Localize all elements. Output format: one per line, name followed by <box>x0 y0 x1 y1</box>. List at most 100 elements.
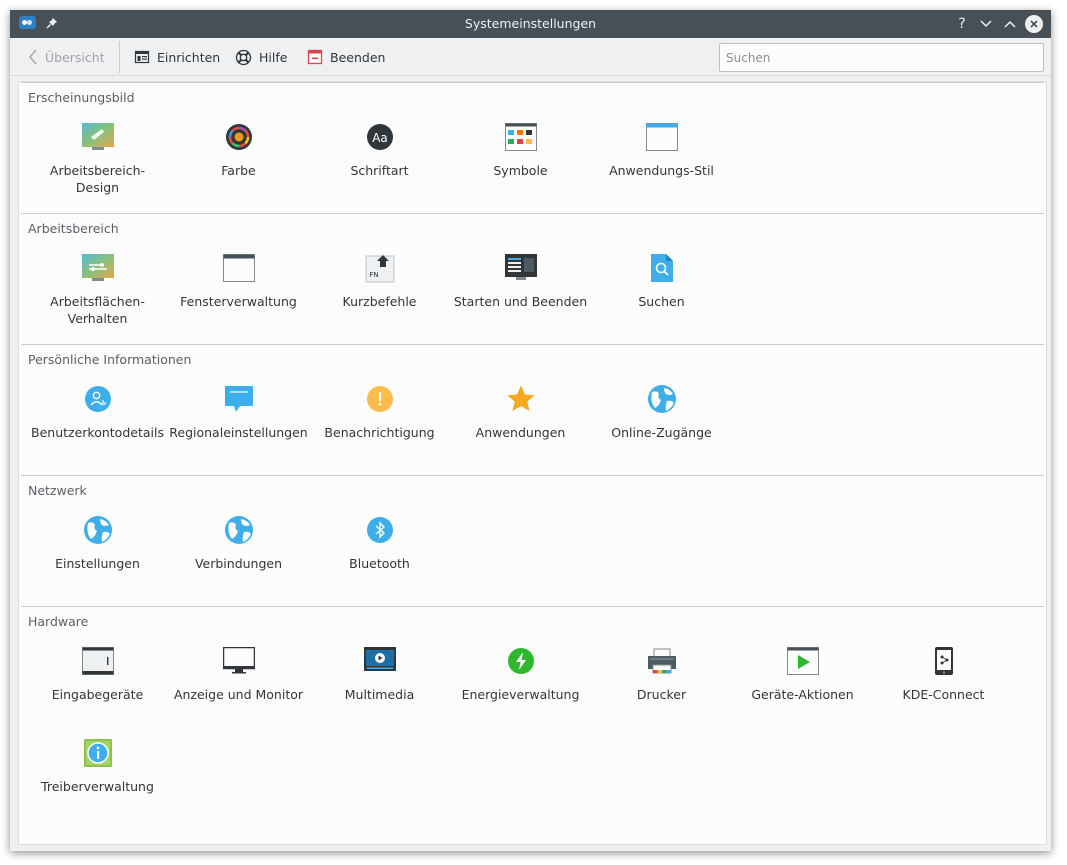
configure-icon <box>134 50 150 64</box>
module-label: Schriftart <box>350 163 409 178</box>
desktop-behavior-icon <box>81 251 115 285</box>
module-label: Online-Zugänge <box>611 425 712 440</box>
module-font[interactable]: Aa Schriftart <box>309 119 450 179</box>
module-notification[interactable]: Benachrichtigung <box>309 381 450 441</box>
window-title: Systemeinstellungen <box>464 16 597 31</box>
module-label: Geräte-Aktionen <box>751 687 854 702</box>
module-label: Regionaleinstellungen <box>169 425 308 440</box>
module-display-monitor[interactable]: Anzeige und Monitor <box>168 643 309 703</box>
startup-shutdown-icon <box>504 251 538 285</box>
input-devices-icon <box>81 644 115 678</box>
module-label: Arbeitsflächen-Verhalten <box>50 294 145 326</box>
module-applications[interactable]: Anwendungen <box>450 381 591 441</box>
quit-button[interactable]: Beenden <box>307 47 385 67</box>
minimize-button[interactable] <box>977 14 995 34</box>
module-label: Arbeitsbereich-Design <box>49 163 146 195</box>
notification-icon <box>363 382 397 416</box>
category-hardware: Hardware Eingabegeräte Anzeige und Monit… <box>21 606 1044 844</box>
maximize-button[interactable] <box>1001 14 1019 34</box>
category-workspace: Arbeitsbereich Arbeitsflächen-Verhalten … <box>21 213 1044 344</box>
category-title: Arbeitsbereich <box>28 221 119 236</box>
driver-manager-icon <box>81 736 115 770</box>
close-icon <box>1030 20 1038 28</box>
power-management-icon <box>504 644 538 678</box>
module-connections[interactable]: Verbindungen <box>168 512 309 572</box>
category-title: Netzwerk <box>28 483 87 498</box>
module-label: Anwendungs-Stil <box>609 163 714 178</box>
icons-icon <box>504 120 538 154</box>
svg-text:FN: FN <box>369 271 378 279</box>
module-multimedia[interactable]: Multimedia <box>309 643 450 703</box>
module-device-actions[interactable]: Geräte-Aktionen <box>732 643 873 703</box>
module-label: KDE-Connect <box>902 687 985 702</box>
settings-window: Systemeinstellungen ? Übersicht Einricht… <box>10 10 1051 851</box>
shortcuts-icon: FN <box>363 251 397 285</box>
network-globe-icon <box>81 513 115 547</box>
module-startup-shutdown[interactable]: Starten und Beenden <box>450 250 591 310</box>
module-label: Energieverwaltung <box>461 687 580 702</box>
module-label: Bluetooth <box>349 556 410 571</box>
workspace-theme-icon <box>81 120 115 154</box>
module-input-devices[interactable]: Eingabegeräte <box>27 643 168 703</box>
category-title: Hardware <box>28 614 89 629</box>
module-desktop-behavior[interactable]: Arbeitsflächen-Verhalten <box>27 250 168 327</box>
module-label: Anwendungen <box>475 425 566 440</box>
module-driver-manager[interactable]: Treiberverwaltung <box>27 735 168 795</box>
search-file-icon <box>645 251 679 285</box>
module-label: Suchen <box>638 294 685 309</box>
close-button[interactable] <box>1025 15 1043 33</box>
module-label: Starten und Beenden <box>453 294 588 309</box>
user-account-icon <box>81 382 115 416</box>
multimedia-icon <box>363 644 397 678</box>
configure-label: Einrichten <box>157 49 221 65</box>
search-input[interactable] <box>719 43 1044 72</box>
category-appearance: Erscheinungsbild Arbeitsbereich-Design F… <box>21 82 1044 213</box>
category-title: Persönliche Informationen <box>28 352 192 367</box>
module-icons[interactable]: Symbole <box>450 119 591 179</box>
module-window-management[interactable]: Fensterverwaltung <box>168 250 309 310</box>
module-user-account[interactable]: Benutzerkontodetails <box>27 381 168 441</box>
module-bluetooth[interactable]: Bluetooth <box>309 512 450 572</box>
module-network-settings[interactable]: Einstellungen <box>27 512 168 572</box>
title-bar[interactable]: Systemeinstellungen ? <box>10 10 1051 38</box>
module-search[interactable]: Suchen <box>591 250 732 310</box>
help-label: Hilfe <box>259 49 288 65</box>
configure-button[interactable]: Einrichten <box>134 47 220 67</box>
toolbar: Übersicht Einrichten Hilfe Beenden Suche… <box>10 38 1051 76</box>
module-label: Drucker <box>636 687 687 702</box>
monitor-icon <box>222 644 256 678</box>
device-actions-icon <box>786 644 820 678</box>
module-online-accounts[interactable]: Online-Zugänge <box>591 381 732 441</box>
kde-connect-icon <box>927 644 961 678</box>
module-power-management[interactable]: Energieverwaltung <box>450 643 591 703</box>
app-style-icon <box>645 120 679 154</box>
online-accounts-icon <box>645 382 679 416</box>
help-icon[interactable]: ? <box>953 14 971 34</box>
module-shortcuts[interactable]: FN Kurzbefehle <box>309 250 450 310</box>
module-label: Treiberverwaltung <box>41 779 154 794</box>
window-management-icon <box>222 251 256 285</box>
applications-star-icon <box>504 382 538 416</box>
module-workspace-theme[interactable]: Arbeitsbereich-Design <box>27 119 168 196</box>
module-label: Einstellungen <box>55 556 140 571</box>
font-icon: Aa <box>363 120 397 154</box>
module-label: Eingabegeräte <box>51 687 144 702</box>
module-label: Anzeige und Monitor <box>173 687 304 702</box>
category-personal-info: Persönliche Informationen Benutzerkontod… <box>21 344 1044 475</box>
regional-settings-icon <box>222 382 256 416</box>
module-label: Kurzbefehle <box>342 294 417 309</box>
back-arrow-icon <box>29 49 37 65</box>
settings-overview: Erscheinungsbild Arbeitsbereich-Design F… <box>18 81 1047 845</box>
toolbar-separator <box>119 41 120 73</box>
printer-icon <box>645 644 679 678</box>
module-kde-connect[interactable]: KDE-Connect <box>873 643 1014 703</box>
quit-icon <box>307 49 323 65</box>
help-button[interactable]: Hilfe <box>235 47 287 67</box>
module-color[interactable]: Farbe <box>168 119 309 179</box>
overview-button[interactable]: Übersicht <box>28 47 105 67</box>
module-label: Benachrichtigung <box>324 425 435 440</box>
module-printer[interactable]: Drucker <box>591 643 732 703</box>
module-app-style[interactable]: Anwendungs-Stil <box>591 119 732 179</box>
module-label: Farbe <box>221 163 256 178</box>
module-regional-settings[interactable]: Regionaleinstellungen <box>168 381 309 441</box>
